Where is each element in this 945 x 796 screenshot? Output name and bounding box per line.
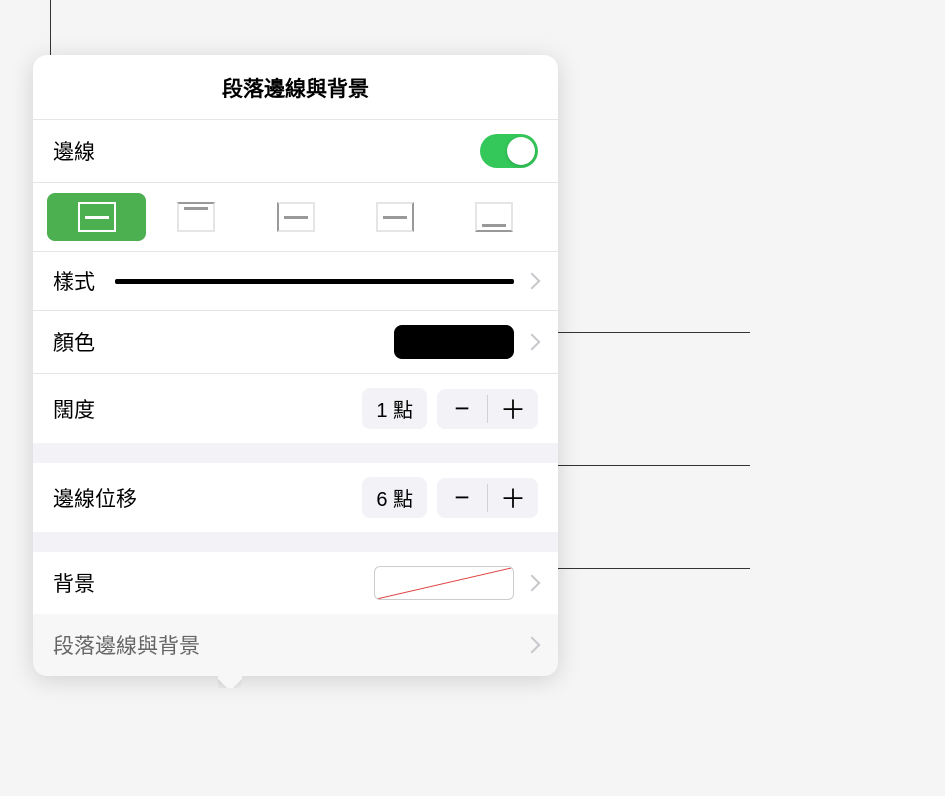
background-label: 背景 [53, 568, 95, 598]
border-label: 邊線 [53, 136, 95, 166]
width-label: 闊度 [53, 394, 95, 424]
borders-background-popover: 段落邊線與背景 邊線 樣式 [33, 55, 558, 676]
background-row[interactable]: 背景 [33, 552, 558, 614]
width-value: 1 點 [362, 388, 427, 429]
callout-line [525, 568, 750, 569]
color-label: 顏色 [53, 327, 95, 357]
color-swatch [394, 325, 514, 359]
footer-label: 段落邊線與背景 [53, 630, 200, 660]
chevron-right-icon [524, 575, 541, 592]
border-toggle-row: 邊線 [33, 120, 558, 183]
offset-label: 邊線位移 [53, 483, 137, 513]
border-offset-row: 邊線位移 6 點 − ＋ [33, 463, 558, 532]
offset-stepper-group: 6 點 − ＋ [362, 477, 538, 518]
border-position-top[interactable] [146, 193, 245, 241]
border-bottom-icon [475, 202, 513, 232]
callout-line [50, 0, 51, 55]
border-position-left[interactable] [246, 193, 345, 241]
section-gap [33, 443, 558, 463]
width-stepper: − ＋ [437, 389, 538, 429]
callout-line [550, 332, 750, 333]
border-position-group [33, 183, 558, 252]
border-position-bottom[interactable] [445, 193, 544, 241]
background-section: 背景 [33, 552, 558, 614]
offset-stepper: − ＋ [437, 478, 538, 518]
border-width-row: 闊度 1 點 − ＋ [33, 374, 558, 443]
width-increase-button[interactable]: ＋ [488, 389, 538, 429]
chevron-right-icon [524, 273, 541, 290]
border-position-full[interactable] [47, 193, 146, 241]
border-left-icon [277, 202, 315, 232]
border-color-row[interactable]: 顏色 [33, 311, 558, 374]
chevron-right-icon [524, 334, 541, 351]
border-toggle[interactable] [480, 134, 538, 168]
callout-line [525, 465, 750, 466]
toggle-knob [507, 137, 535, 165]
popover-title: 段落邊線與背景 [33, 55, 558, 120]
offset-decrease-button[interactable]: − [437, 478, 487, 518]
border-style-row[interactable]: 樣式 [33, 252, 558, 311]
style-label: 樣式 [53, 266, 95, 296]
background-swatch-none [374, 566, 514, 600]
offset-section: 邊線位移 6 點 − ＋ [33, 463, 558, 532]
border-section: 邊線 樣式 [33, 120, 558, 443]
line-style-preview [115, 279, 514, 284]
offset-value: 6 點 [362, 477, 427, 518]
border-position-right[interactable] [345, 193, 444, 241]
border-full-icon [78, 202, 116, 232]
popover-tail [218, 674, 242, 688]
width-stepper-group: 1 點 − ＋ [362, 388, 538, 429]
offset-increase-button[interactable]: ＋ [488, 478, 538, 518]
border-top-icon [177, 202, 215, 232]
chevron-right-icon [524, 637, 541, 654]
footer-row[interactable]: 段落邊線與背景 [33, 614, 558, 676]
border-right-icon [376, 202, 414, 232]
section-gap [33, 532, 558, 552]
width-decrease-button[interactable]: − [437, 389, 487, 429]
